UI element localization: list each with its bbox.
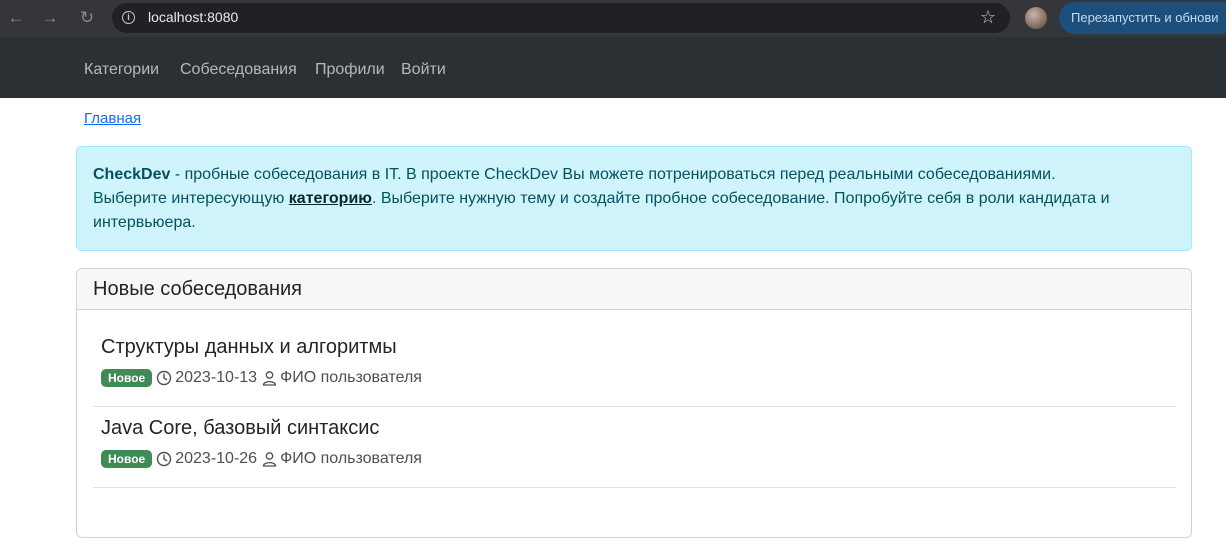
clock-icon <box>157 370 172 386</box>
nav-item-interviews[interactable]: Собеседования <box>180 61 297 79</box>
new-interviews-card: Новые собеседования Структуры данных и а… <box>76 268 1192 538</box>
alert-brand: CheckDev <box>93 166 171 183</box>
bookmark-star-icon[interactable]: ☆ <box>980 7 996 28</box>
interview-author: ФИО пользователя <box>280 450 422 467</box>
interview-meta: Новое 2023-10-13 ФИО пользователя <box>101 369 422 387</box>
nav-item-login[interactable]: Войти <box>401 61 446 79</box>
interview-date: 2023-10-26 <box>175 450 258 467</box>
forward-arrow-icon[interactable]: → <box>38 6 62 30</box>
status-badge: Новое <box>101 450 153 468</box>
user-icon <box>262 371 277 386</box>
profile-avatar[interactable] <box>1025 7 1047 29</box>
address-bar[interactable]: i localhost:8080 ☆ <box>112 3 1010 33</box>
interview-item[interactable]: Java Core, базовый синтаксис Новое 2023-… <box>93 407 1176 488</box>
nav-item-categories[interactable]: Категории <box>84 61 159 79</box>
back-arrow-icon[interactable]: ← <box>4 6 28 30</box>
interview-title[interactable]: Структуры данных и алгоритмы <box>101 336 397 359</box>
interview-author: ФИО пользователя <box>280 369 422 386</box>
user-icon <box>262 452 277 467</box>
nav-item-profiles[interactable]: Профили <box>315 61 385 79</box>
relaunch-update-button[interactable]: Перезапустить и обнови <box>1059 2 1226 34</box>
status-badge: Новое <box>101 369 153 387</box>
reload-icon[interactable]: ↻ <box>75 6 99 30</box>
card-header-title: Новые собеседования <box>77 269 1191 310</box>
url-text[interactable]: localhost:8080 <box>148 9 238 25</box>
interview-title[interactable]: Java Core, базовый синтаксис <box>101 417 379 440</box>
info-alert: CheckDev - пробные собеседования в IT. В… <box>76 146 1192 251</box>
site-navbar: Категории Собеседования Профили Войти <box>0 37 1226 98</box>
browser-toolbar: ← → ↻ i localhost:8080 ☆ Перезапустить и… <box>0 0 1226 37</box>
alert-category-link[interactable]: категорию <box>289 190 372 207</box>
alert-text-2: Выберите интересующую <box>93 190 289 207</box>
breadcrumb-home-link[interactable]: Главная <box>84 110 141 127</box>
interview-meta: Новое 2023-10-26 ФИО пользователя <box>101 450 422 468</box>
clock-icon <box>157 451 172 467</box>
alert-text-1: - пробные собеседования в IT. В проекте … <box>170 166 1056 183</box>
interview-date: 2023-10-13 <box>175 369 258 386</box>
site-info-icon[interactable]: i <box>122 11 135 24</box>
interview-item[interactable]: Структуры данных и алгоритмы Новое 2023-… <box>93 310 1176 407</box>
